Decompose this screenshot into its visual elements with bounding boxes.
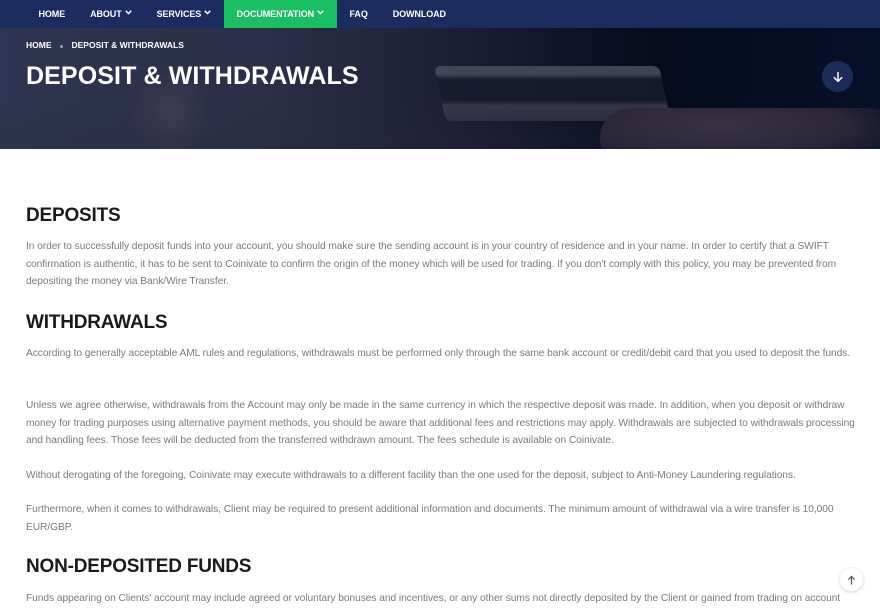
chevron-down-icon bbox=[204, 9, 211, 17]
page-hero: HOME DEPOSIT & WITHDRAWALS DEPOSIT & WIT… bbox=[0, 28, 880, 149]
withdrawals-paragraph: Unless we agree otherwise, withdrawals f… bbox=[26, 400, 855, 447]
nav-item-faq[interactable]: FAQ bbox=[337, 0, 380, 28]
nav-item-label: HOME bbox=[38, 9, 66, 19]
breadcrumb-separator-dot bbox=[59, 44, 63, 48]
chevron-down-icon bbox=[317, 9, 324, 17]
scroll-down-button[interactable] bbox=[822, 61, 853, 92]
chevron-down-icon bbox=[124, 9, 132, 17]
withdrawals-paragraph: According to generally acceptable AML ru… bbox=[26, 348, 851, 359]
nav-item-label: DOCUMENTATION bbox=[236, 9, 315, 19]
nav-item-label: SERVICES bbox=[156, 9, 202, 19]
section-title-withdrawals: WITHDRAWALS bbox=[26, 312, 168, 333]
arrow-up-icon bbox=[847, 575, 856, 585]
nav-item-about[interactable]: ABOUT bbox=[78, 0, 145, 28]
nav-item-label: ABOUT bbox=[90, 9, 122, 19]
breadcrumb: HOME DEPOSIT & WITHDRAWALS bbox=[26, 40, 184, 50]
deposits-paragraph: In order to successfully deposit funds i… bbox=[26, 241, 837, 288]
nav-item-documentation[interactable]: DOCUMENTATION bbox=[223, 0, 338, 28]
page-title: DEPOSIT & WITHDRAWALS bbox=[26, 62, 359, 90]
withdrawals-paragraph: Without derogating of the foregoing, Coi… bbox=[26, 470, 796, 481]
main-navbar: HOME ABOUT SERVICES DOCUMENTATION FAQ DO… bbox=[0, 0, 880, 28]
back-to-top-button[interactable] bbox=[840, 568, 863, 591]
nav-item-services[interactable]: SERVICES bbox=[144, 0, 224, 28]
nav-item-download[interactable]: DOWNLOAD bbox=[380, 0, 458, 28]
arrow-down-icon bbox=[832, 71, 844, 83]
withdrawals-paragraph: Furthermore, when it comes to withdrawal… bbox=[26, 504, 834, 533]
breadcrumb-home-link[interactable]: HOME bbox=[26, 40, 52, 50]
non-deposited-paragraph: Funds appearing on Clients' account may … bbox=[26, 593, 841, 604]
nav-item-home[interactable]: HOME bbox=[26, 0, 78, 28]
nav-item-label: FAQ bbox=[349, 9, 368, 19]
breadcrumb-current: DEPOSIT & WITHDRAWALS bbox=[71, 40, 184, 50]
section-title-deposits: DEPOSITS bbox=[26, 205, 121, 226]
section-title-non-deposited-funds: NON-DEPOSITED FUNDS bbox=[26, 556, 252, 577]
nav-item-label: DOWNLOAD bbox=[392, 9, 446, 19]
